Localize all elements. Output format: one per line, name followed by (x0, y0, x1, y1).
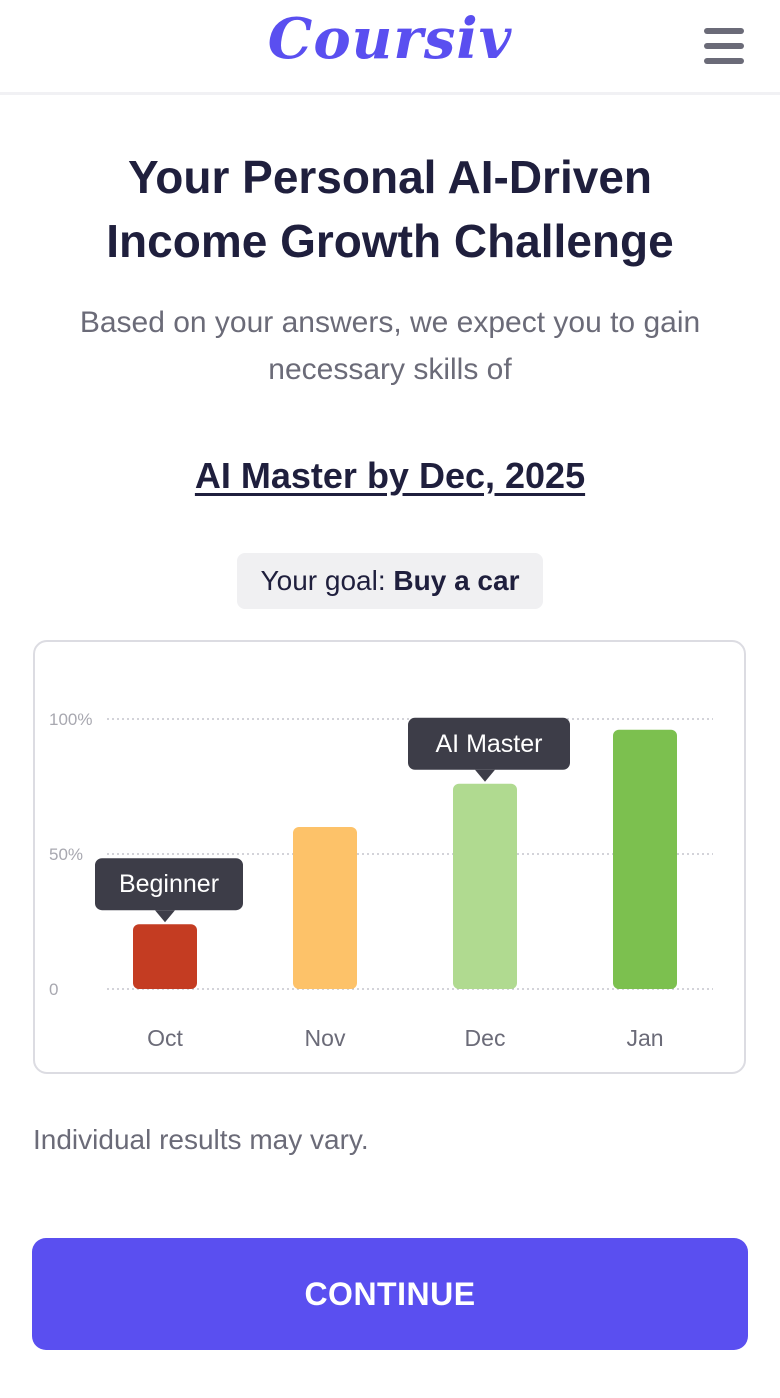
annotation-pointer (155, 910, 175, 923)
header: Coursiv (0, 0, 780, 95)
menu-bar (704, 28, 744, 34)
continue-button[interactable]: CONTINUE (32, 1238, 748, 1350)
bar-nov (293, 827, 357, 989)
progress-chart: 0 50% 100% Oct Nov Dec Jan Beginner AI Master (33, 640, 746, 1074)
bar-dec (453, 783, 517, 989)
bar-oct (133, 924, 197, 989)
prediction-text: AI Master by Dec, 2025 (194, 455, 586, 496)
goal-badge: Your goal: Buy a car (236, 553, 544, 609)
coursiv-logo[interactable]: Coursiv (0, 6, 780, 72)
y-tick-label: 50% (49, 845, 83, 864)
x-tick-label: Jan (626, 1025, 663, 1051)
goal-label: Your goal: (260, 565, 386, 596)
goal-value: Buy a car (393, 565, 520, 596)
chart-svg: 0 50% 100% Oct Nov Dec Jan Beginner AI Master (49, 710, 713, 1051)
menu-bar (704, 58, 744, 64)
annotation-pointer (475, 769, 495, 782)
menu-bar (704, 43, 744, 49)
page-subtitle: Based on your answers, we expect you to … (79, 306, 701, 386)
hamburger-menu-icon[interactable] (704, 28, 744, 64)
x-tick-label: Oct (147, 1025, 183, 1051)
prediction-headline: AI Master by Dec, 2025 (0, 455, 780, 497)
y-tick-label: 100% (49, 710, 92, 729)
title-line-1: Your Personal AI-Driven (127, 151, 652, 203)
disclaimer-text: Individual results may vary. (33, 1124, 369, 1155)
bar-jan (613, 729, 677, 989)
title-line-2: Income Growth Challenge (106, 215, 674, 267)
y-tick-label: 0 (49, 980, 58, 999)
page-title: Your Personal AI-Driven Income Growth Ch… (0, 145, 780, 273)
annotation-label: Beginner (119, 870, 219, 898)
annotation-label: AI Master (436, 730, 543, 758)
x-tick-label: Dec (465, 1025, 506, 1051)
x-tick-label: Nov (305, 1025, 346, 1051)
